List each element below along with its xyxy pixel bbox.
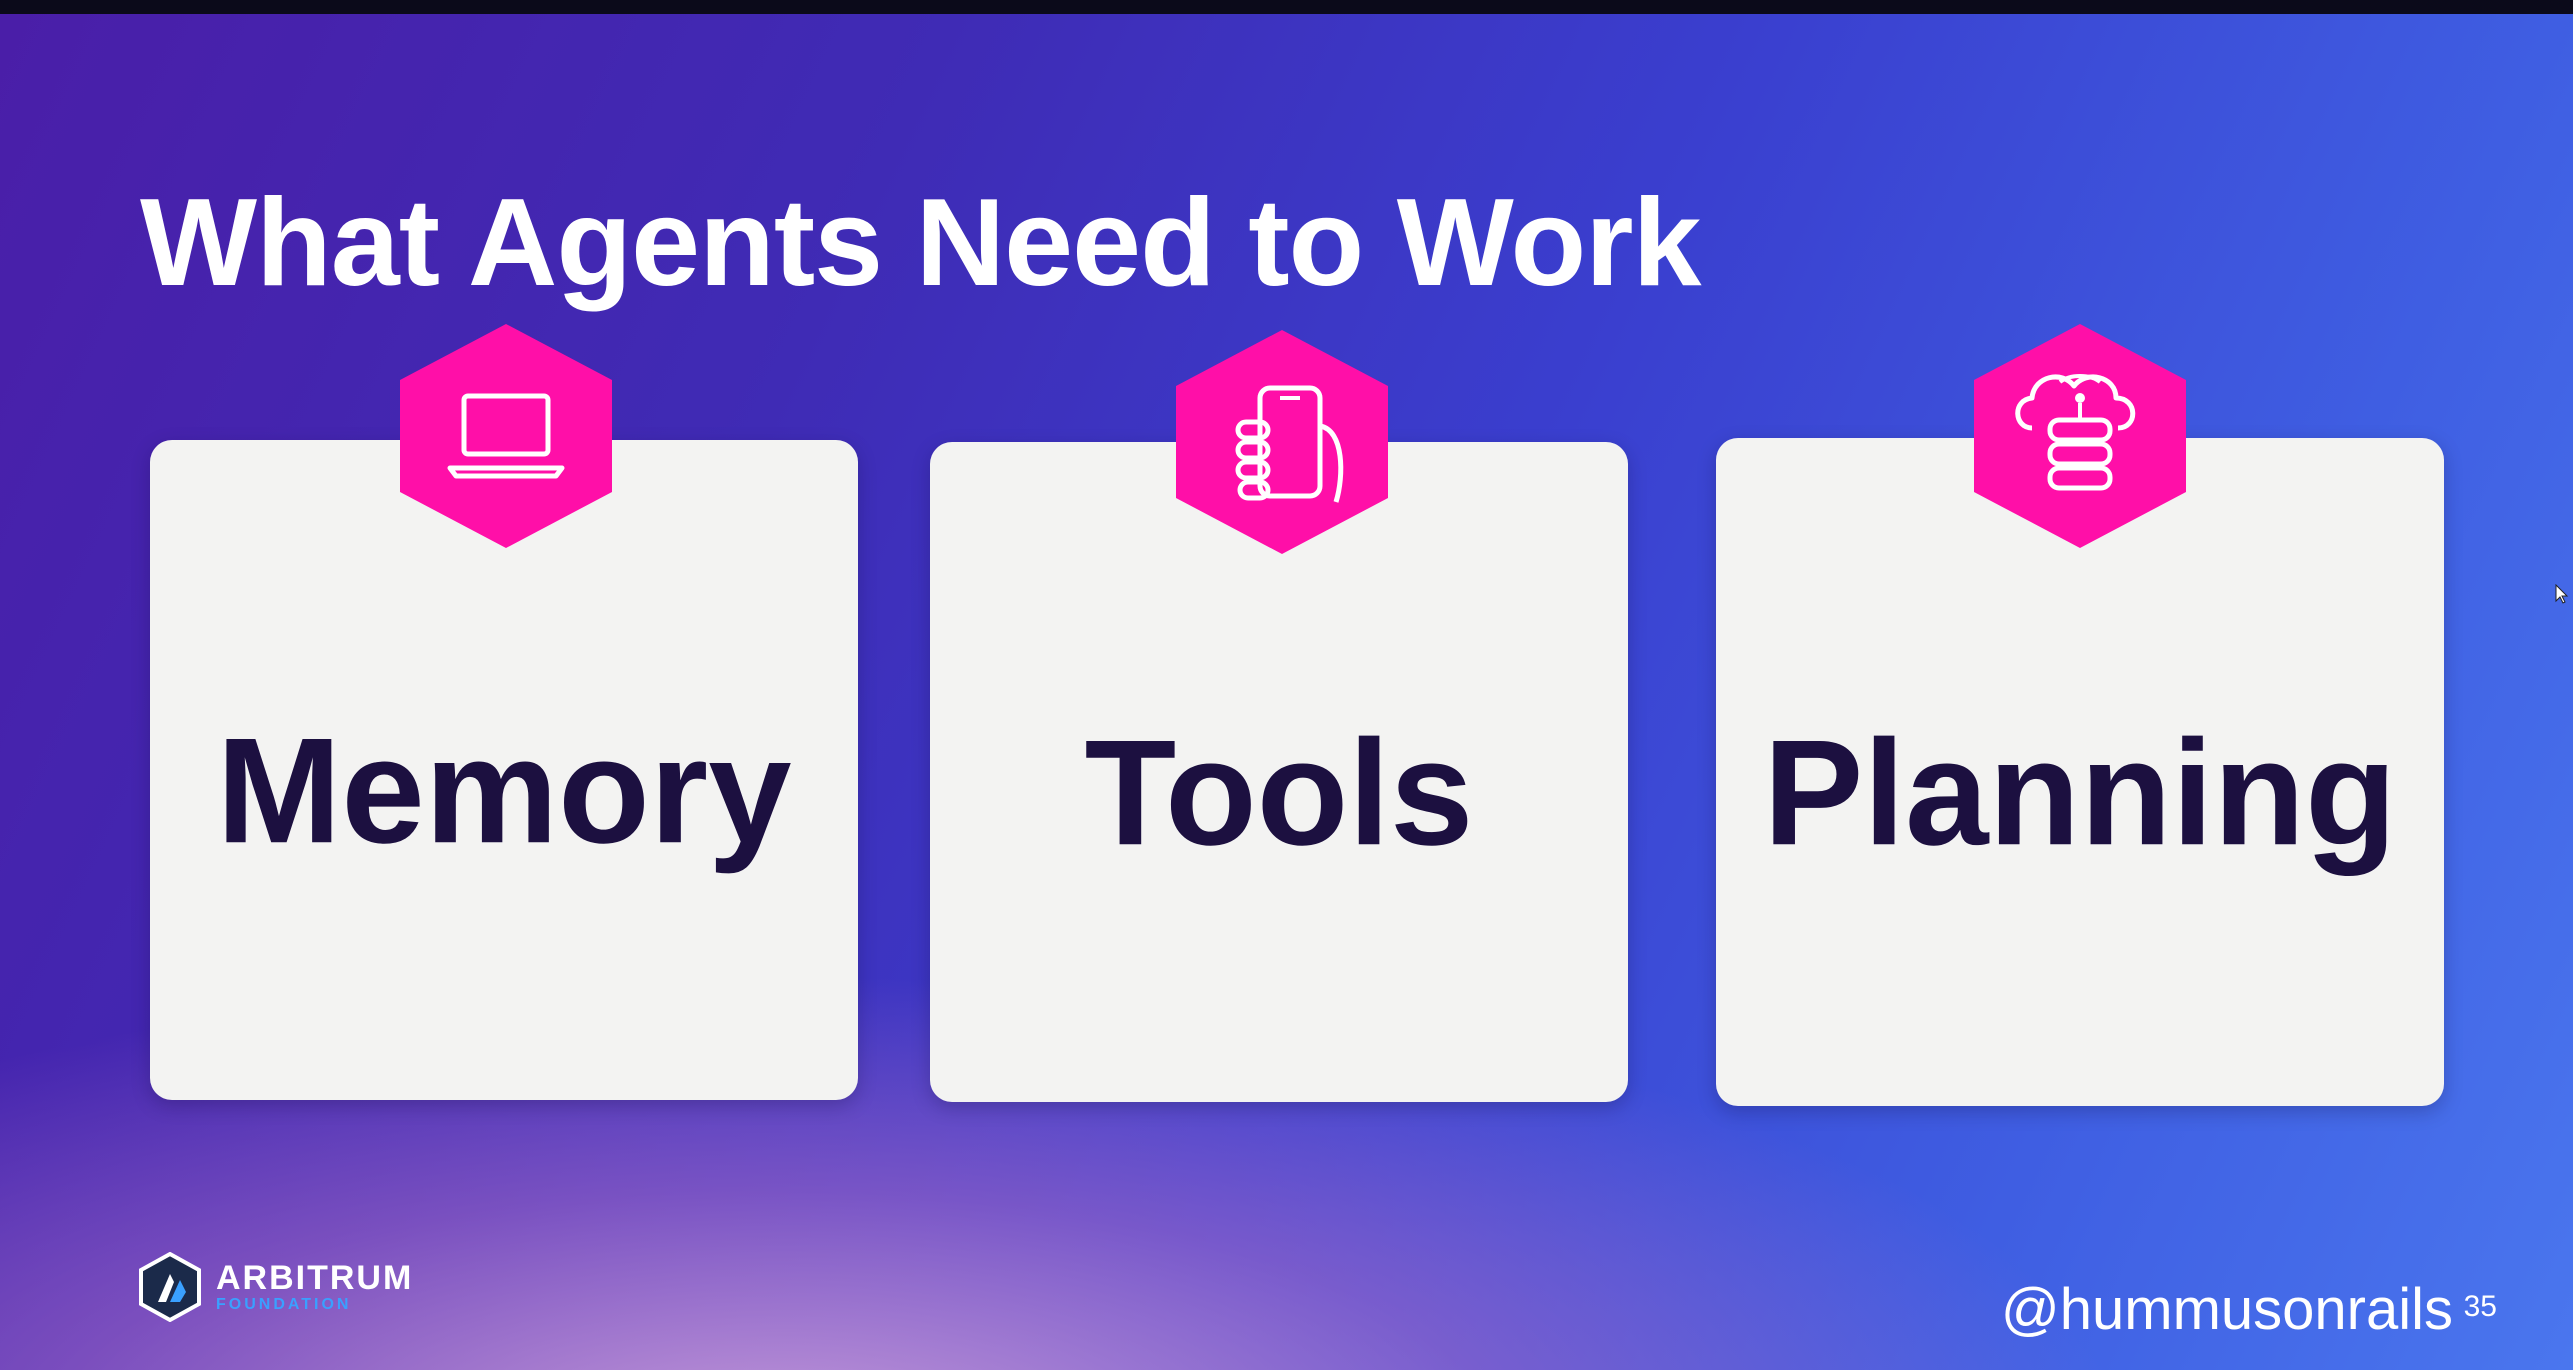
arbitrum-foundation-logo: ARBITRUM FOUNDATION xyxy=(138,1252,413,1322)
slide-title: What Agents Need to Work xyxy=(140,174,1702,312)
logo-subtitle: FOUNDATION xyxy=(216,1296,352,1313)
page-number: 35 xyxy=(2463,1290,2497,1323)
cloud-database-icon xyxy=(1966,320,2194,552)
arbitrum-logo-icon xyxy=(139,1252,201,1322)
card-label-memory: Memory xyxy=(216,706,792,875)
logo-name: ARBITRUM xyxy=(216,1259,414,1297)
author-handle: @hummusonrails xyxy=(2000,1277,2453,1342)
smartphone-in-hand-icon xyxy=(1168,326,1396,558)
card-label-tools: Tools xyxy=(1084,708,1474,877)
laptop-icon xyxy=(392,320,620,552)
mouse-cursor-icon xyxy=(2555,584,2569,604)
card-label-planning: Planning xyxy=(1763,708,2397,877)
presentation-slide: What Agents Need to Work Memory Tools Pl… xyxy=(0,0,2573,1370)
